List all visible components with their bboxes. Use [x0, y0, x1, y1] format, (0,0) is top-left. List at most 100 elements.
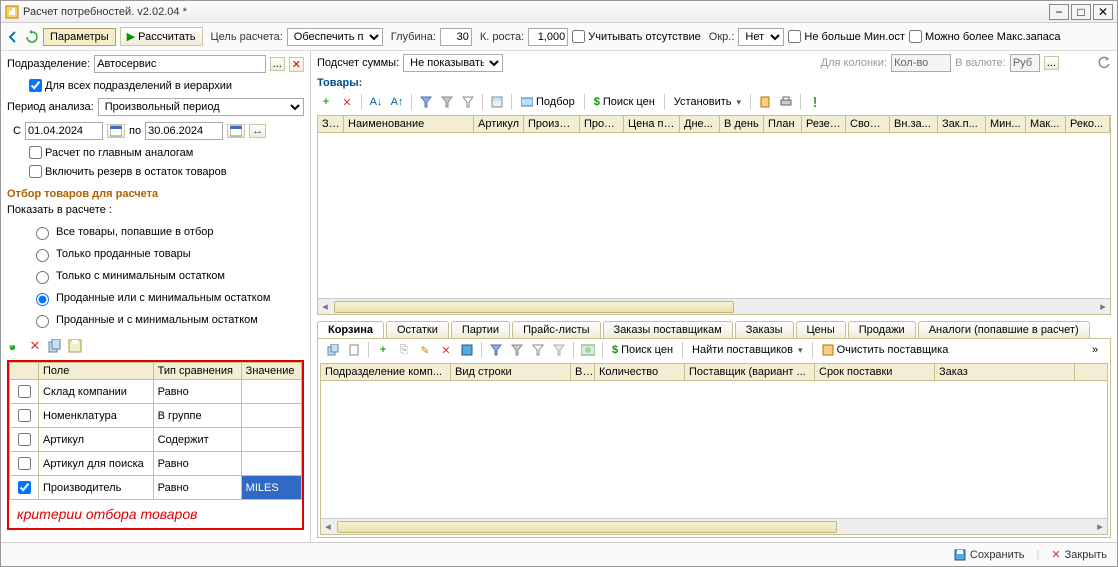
subtotal-select[interactable]: Не показывать [403, 54, 503, 72]
date-swap-button[interactable]: ↔ [249, 124, 266, 138]
delete-row-icon[interactable]: ✕ [27, 338, 43, 354]
reload-icon[interactable] [1097, 56, 1111, 70]
podbor-button[interactable]: Подбор [517, 95, 579, 109]
goods-grid-body[interactable] [318, 133, 1110, 298]
sub-doc-icon[interactable] [345, 341, 363, 359]
sub-grid-col[interactable]: Заказ [935, 364, 1075, 380]
tab-8[interactable]: Аналоги (попавшие в расчет) [918, 321, 1090, 338]
no-more-min-checkbox[interactable]: Не больше Мин.ост [788, 30, 905, 43]
save-button[interactable]: Сохранить [954, 549, 1025, 561]
back-icon[interactable] [7, 30, 21, 44]
tab-6[interactable]: Цены [796, 321, 846, 338]
close-footer-button[interactable]: ✕Закрыть [1051, 548, 1107, 561]
sub-grid-body[interactable] [321, 381, 1107, 518]
filter-row[interactable]: Артикул для поискаРавно [10, 452, 302, 476]
filter1-icon[interactable] [417, 93, 435, 111]
sub-search-price-button[interactable]: $Поиск цен [608, 343, 677, 357]
show-radio-1[interactable]: Только проданные товары [31, 246, 304, 262]
growth-input[interactable] [528, 28, 568, 46]
sub-more-icon[interactable]: » [1086, 341, 1104, 359]
add-icon[interactable]: + [317, 93, 335, 111]
set-dropdown[interactable]: Установить [670, 95, 745, 109]
show-radio-3[interactable]: Проданные или с минимальным остатком [31, 290, 304, 306]
print-icon[interactable] [777, 93, 795, 111]
consider-absence-checkbox[interactable]: Учитывать отсутствие [572, 30, 701, 43]
grid-col[interactable]: Вн.за... [890, 116, 938, 132]
show-radio-4[interactable]: Проданные и с минимальным остатком [31, 312, 304, 328]
date-to-cal-button[interactable] [227, 124, 245, 138]
grid-col[interactable]: Зак.п... [938, 116, 986, 132]
period-select[interactable]: Произвольный период [98, 98, 304, 116]
date-from-cal-button[interactable] [107, 124, 125, 138]
calc-icon[interactable] [488, 93, 506, 111]
clipboard-icon[interactable] [756, 93, 774, 111]
calculate-button[interactable]: ▶ Рассчитать [120, 27, 203, 46]
tab-1[interactable]: Остатки [386, 321, 449, 338]
find-suppliers-dropdown[interactable]: Найти поставщиков [688, 343, 807, 357]
by-analogs-checkbox[interactable]: Расчет по главным аналогам [29, 146, 193, 159]
sub-f4-icon[interactable] [550, 341, 568, 359]
params-button[interactable]: Параметры [43, 28, 116, 46]
refresh-icon[interactable] [25, 30, 39, 44]
sub-grid-col[interactable]: Поставщик (вариант ... [685, 364, 815, 380]
grid-col[interactable]: Произво... [524, 116, 580, 132]
tab-7[interactable]: Продажи [848, 321, 916, 338]
filter-row[interactable]: Склад компанииРавно [10, 380, 302, 404]
sub-grid-col[interactable]: Подразделение комп... [321, 364, 451, 380]
sub-save-icon[interactable] [458, 341, 476, 359]
minimize-button[interactable]: − [1049, 4, 1069, 20]
grid-col[interactable]: Артикул [474, 116, 524, 132]
round-select[interactable]: Нет о [738, 28, 784, 46]
grid-col[interactable]: В день [720, 116, 764, 132]
grid-col[interactable]: Цена пр... [624, 116, 680, 132]
sub-grid-col[interactable]: Вид строки [451, 364, 571, 380]
tab-2[interactable]: Партии [451, 321, 510, 338]
tab-3[interactable]: Прайс-листы [512, 321, 600, 338]
grid-col[interactable]: Мин... [986, 116, 1026, 132]
sub-edit-icon[interactable]: ✎ [416, 341, 434, 359]
maximize-button[interactable]: □ [1071, 4, 1091, 20]
tab-4[interactable]: Заказы поставщикам [603, 321, 733, 338]
sub-f3-icon[interactable] [529, 341, 547, 359]
filter-col-val[interactable]: Значение [241, 363, 301, 380]
include-reserve-checkbox[interactable]: Включить резерв в остаток товаров [29, 165, 227, 178]
sub-f2-icon[interactable] [508, 341, 526, 359]
sub-copy-icon[interactable] [324, 341, 342, 359]
filter3-icon[interactable] [459, 93, 477, 111]
grid-col[interactable]: Мак... [1026, 116, 1066, 132]
grid-col[interactable]: За... [318, 116, 344, 132]
grid-col[interactable]: Резерв [802, 116, 846, 132]
close-button[interactable]: ✕ [1093, 4, 1113, 20]
depth-input[interactable] [440, 28, 472, 46]
sort-desc-icon[interactable]: A↑ [388, 93, 406, 111]
grid-hscroll[interactable]: ◂▸ [318, 298, 1110, 314]
copy-icon[interactable] [47, 338, 63, 354]
filter-row[interactable]: НоменклатураВ группе [10, 404, 302, 428]
sub-grid-hscroll[interactable]: ◂▸ [321, 518, 1107, 534]
sub-f1-icon[interactable] [487, 341, 505, 359]
grid-col[interactable]: Прод... [580, 116, 624, 132]
can-more-max-checkbox[interactable]: Можно более Макс.запаса [909, 30, 1061, 43]
add-row-icon[interactable]: ●+ [7, 338, 23, 354]
dept-input[interactable] [94, 55, 265, 73]
sub-grid-col[interactable]: Количество [595, 364, 685, 380]
all-depts-checkbox[interactable]: Для всех подразделений в иерархии [29, 79, 232, 92]
grid-col[interactable]: План [764, 116, 802, 132]
sub-del-icon[interactable]: ✕ [437, 341, 455, 359]
date-to-input[interactable] [145, 122, 223, 140]
remove-icon[interactable]: ✕ [338, 93, 356, 111]
grid-col[interactable]: Дне... [680, 116, 720, 132]
save-filter-icon[interactable] [67, 338, 83, 354]
sub-grid-col[interactable]: Срок поставки [815, 364, 935, 380]
tab-0[interactable]: Корзина [317, 321, 384, 338]
grid-col[interactable]: Реко... [1066, 116, 1110, 132]
filter-row[interactable]: ПроизводительРавноMILES [10, 476, 302, 500]
dept-clear-button[interactable]: ✕ [289, 57, 304, 72]
sort-asc-icon[interactable]: A↓ [367, 93, 385, 111]
date-from-input[interactable] [25, 122, 103, 140]
sub-money-icon[interactable] [579, 341, 597, 359]
filter-col-field[interactable]: Поле [39, 363, 154, 380]
sub-add-icon[interactable]: + [374, 341, 392, 359]
alert-icon[interactable]: ! [806, 93, 824, 111]
show-radio-0[interactable]: Все товары, попавшие в отбор [31, 224, 304, 240]
